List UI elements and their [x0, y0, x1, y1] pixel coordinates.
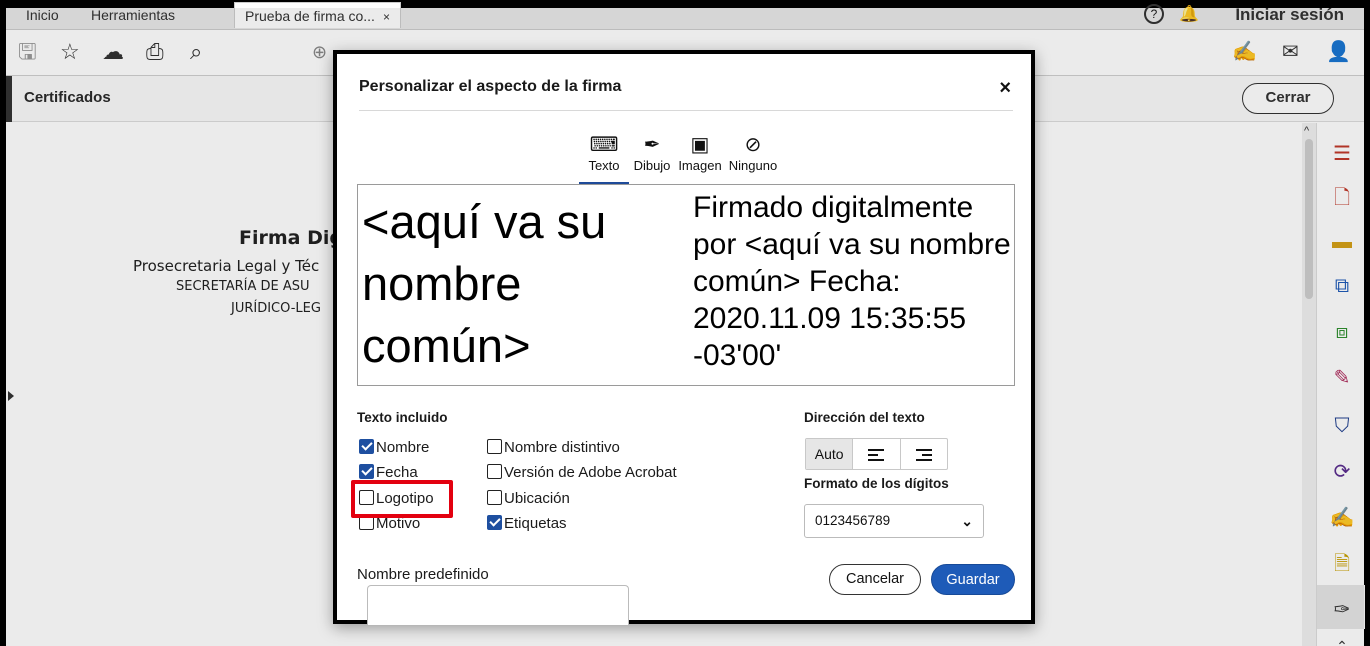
- tab-label: Ninguno: [728, 158, 778, 173]
- frame-border-right: [1364, 0, 1370, 646]
- chevron-down-icon: ⌄: [961, 513, 973, 529]
- tab-ninguno[interactable]: ⊘ Ninguno: [725, 132, 781, 184]
- predefined-name-label: Nombre predefinido: [357, 566, 489, 583]
- frame-border-top: [0, 0, 1370, 8]
- checkbox-box[interactable]: [359, 439, 374, 454]
- checkbox-box[interactable]: [487, 439, 502, 454]
- digit-format-select[interactable]: 0123456789 ⌄: [804, 504, 984, 538]
- logotipo-highlight-box: [351, 480, 453, 518]
- acrobat-background: Inicio Herramientas Prueba de firma co..…: [6, 2, 1365, 646]
- checkbox-box[interactable]: [487, 464, 502, 479]
- tab-label: Dibujo: [633, 158, 671, 173]
- tab-label: Imagen: [678, 158, 722, 173]
- none-icon: ⊘: [744, 134, 762, 156]
- cancel-button[interactable]: Cancelar: [829, 564, 921, 595]
- digit-format-label: Formato de los dígitos: [804, 476, 949, 491]
- text-direction-label: Dirección del texto: [804, 410, 925, 425]
- pen-draw-icon: ✒: [643, 134, 661, 156]
- app-window: Inicio Herramientas Prueba de firma co..…: [0, 0, 1370, 646]
- tab-dibujo[interactable]: ✒ Dibujo: [627, 132, 677, 184]
- checkbox-etiquetas[interactable]: Etiquetas: [487, 514, 567, 534]
- keyboard-icon: ⌨: [589, 134, 619, 156]
- digit-format-value: 0123456789: [815, 513, 891, 528]
- direction-ltr-button[interactable]: [853, 439, 901, 469]
- preview-details: Firmado digitalmente por <aquí va su nom…: [693, 191, 1011, 372]
- direction-auto-button[interactable]: Auto: [806, 439, 854, 469]
- tab-imagen[interactable]: ▣ Imagen: [675, 132, 725, 184]
- signature-preview: <aquí va su nombre común> Firmado digita…: [357, 184, 1015, 386]
- checkbox-nombre[interactable]: Nombre: [359, 438, 429, 458]
- signature-mode-tabs: ⌨ Texto ✒ Dibujo ▣ Imagen ⊘ Ninguno: [579, 132, 789, 184]
- checkbox-box[interactable]: [487, 490, 502, 505]
- included-text-label: Texto incluido: [357, 410, 448, 425]
- dialog-divider: [359, 110, 1013, 111]
- tab-label: Texto: [588, 158, 620, 173]
- close-dialog-icon[interactable]: ×: [999, 78, 1011, 98]
- save-button[interactable]: Guardar: [931, 564, 1015, 595]
- checkbox-ubicacion[interactable]: Ubicación: [487, 489, 570, 509]
- dialog-title: Personalizar el aspecto de la firma: [359, 78, 622, 95]
- checkbox-box[interactable]: [487, 515, 502, 530]
- direction-rtl-button[interactable]: [901, 439, 947, 469]
- preview-name: <aquí va su nombre común>: [362, 195, 607, 372]
- signature-appearance-dialog: Personalizar el aspecto de la firma × ⌨ …: [333, 50, 1035, 625]
- predefined-name-input[interactable]: [367, 585, 629, 625]
- tab-texto[interactable]: ⌨ Texto: [579, 132, 629, 184]
- image-icon: ▣: [690, 134, 710, 156]
- checkbox-box[interactable]: [359, 464, 374, 479]
- text-direction-group: Auto: [805, 438, 948, 470]
- align-right-icon: [915, 446, 932, 464]
- checkbox-nombre-distintivo[interactable]: Nombre distintivo: [487, 438, 620, 458]
- align-left-icon: [868, 446, 885, 464]
- checkbox-version-acrobat[interactable]: Versión de Adobe Acrobat: [487, 463, 677, 483]
